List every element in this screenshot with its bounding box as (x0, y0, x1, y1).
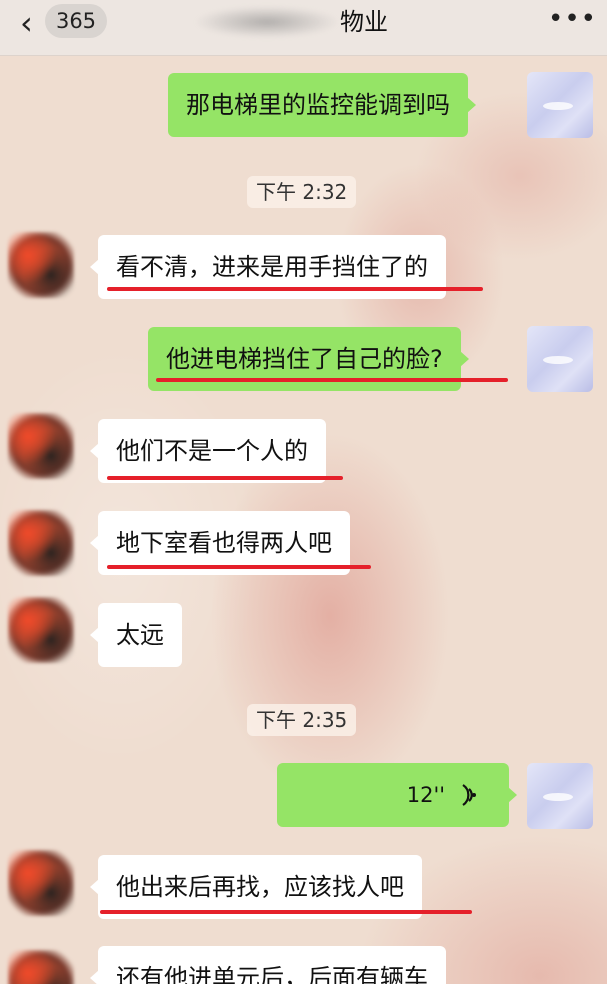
red-underline-annotation (107, 565, 371, 569)
redacted-title-text (192, 2, 342, 42)
more-dots-icon[interactable]: ••• (548, 2, 596, 36)
contact-avatar[interactable] (8, 850, 74, 916)
contact-avatar[interactable] (8, 510, 74, 576)
voice-duration: 12'' (406, 783, 445, 807)
contact-avatar[interactable] (8, 232, 74, 298)
unread-count-badge[interactable]: 365 (45, 4, 107, 38)
contact-avatar[interactable] (8, 413, 74, 479)
my-avatar[interactable] (527, 326, 593, 392)
red-underline-annotation (156, 378, 508, 382)
message-bubble-incoming[interactable]: 太远 (90, 603, 182, 667)
contact-avatar[interactable] (8, 597, 74, 663)
chat-title: 物业 (340, 8, 388, 36)
chevron-left-icon[interactable]: ‹ (20, 7, 44, 39)
voice-message-bubble[interactable]: 12'' (277, 763, 517, 827)
message-bubble-incoming[interactable]: 还有他进单元后，后面有辆车 (90, 946, 446, 984)
my-avatar[interactable] (527, 72, 593, 138)
chat-header: ‹ 365 物业 ••• (0, 0, 607, 56)
red-underline-annotation (107, 287, 483, 291)
timestamp: 下午 2:35 (247, 704, 357, 736)
red-underline-annotation (107, 476, 343, 480)
red-underline-annotation (100, 910, 472, 914)
message-bubble-incoming[interactable]: 他们不是一个人的 (90, 419, 326, 483)
timestamp: 下午 2:32 (247, 176, 357, 208)
my-avatar[interactable] (527, 763, 593, 829)
message-bubble-outgoing[interactable]: 那电梯里的监控能调到吗 (168, 73, 476, 137)
voice-wave-icon (462, 784, 476, 806)
contact-avatar[interactable] (8, 950, 74, 984)
